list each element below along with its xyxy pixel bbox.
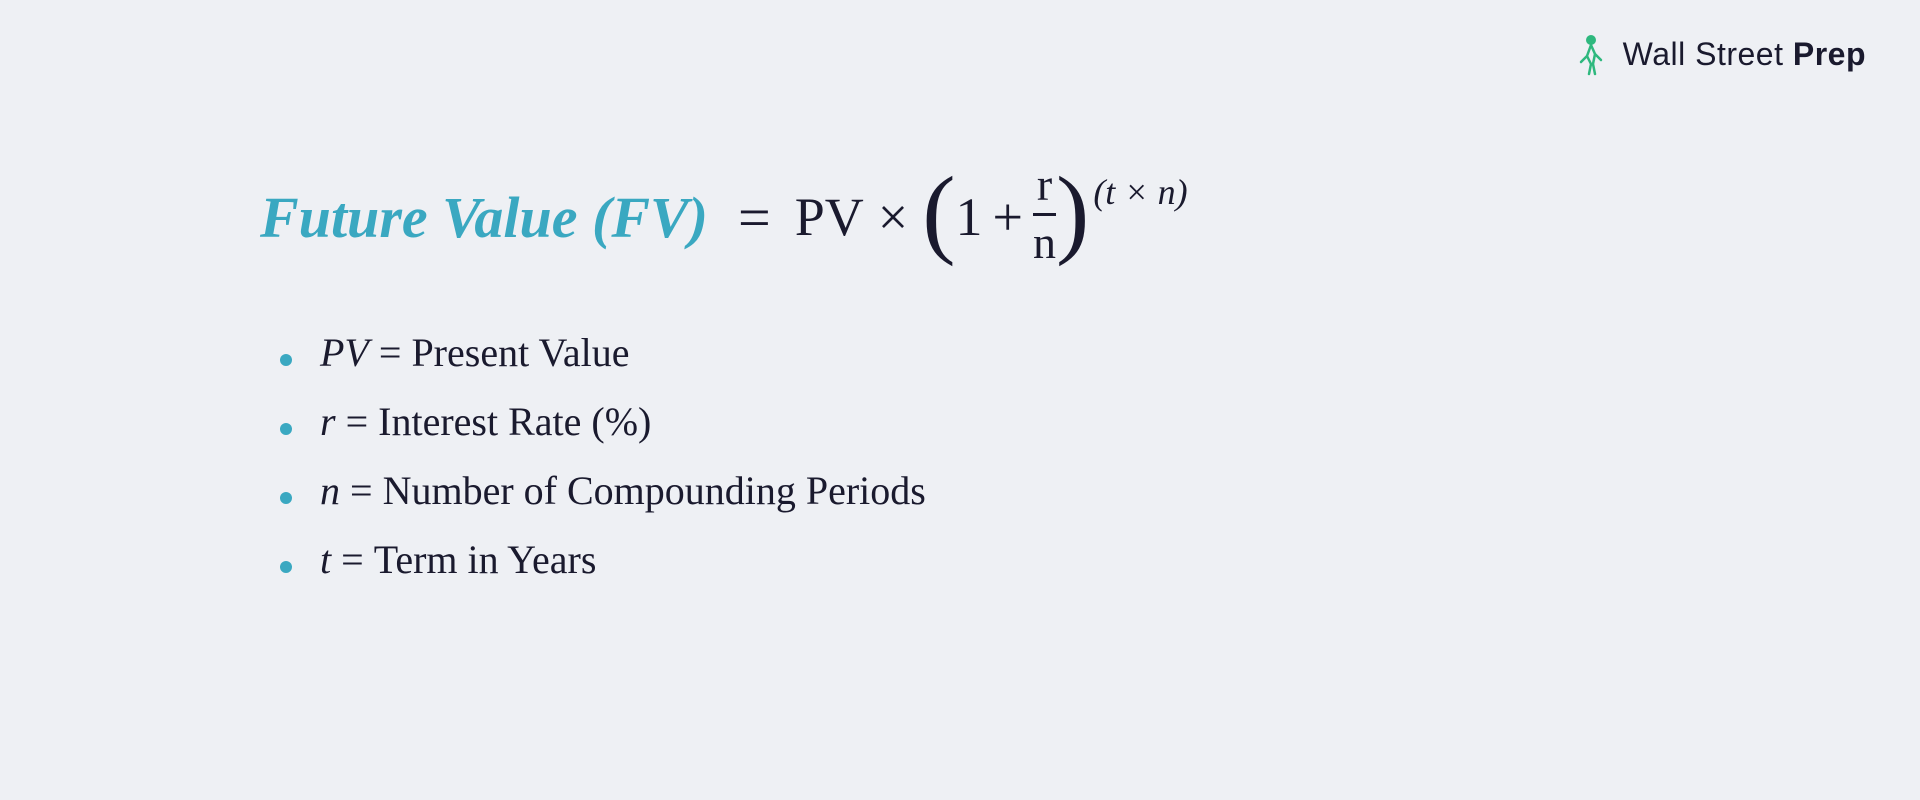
bullet-separator: = — [346, 398, 369, 445]
bullet-dot — [280, 492, 292, 504]
bullet-separator: = — [350, 467, 373, 514]
fraction-numerator: r — [1037, 160, 1052, 211]
bullet-dot — [280, 561, 292, 573]
page-container: Wall Street Prep Future Value (FV) = PV … — [0, 0, 1920, 800]
equals-sign: = — [738, 184, 771, 251]
bullet-item: r = Interest Rate (%) — [280, 398, 1720, 445]
fraction-line — [1033, 213, 1056, 216]
bullet-label: t — [320, 536, 331, 583]
bullet-label: PV — [320, 329, 369, 376]
bullet-label: r — [320, 398, 336, 445]
formula-lhs: Future Value (FV) — [260, 184, 708, 251]
bullet-separator: = — [379, 329, 402, 376]
fraction-denominator: n — [1033, 218, 1056, 269]
fraction-r-over-n: r n — [1033, 160, 1056, 268]
pv-symbol: PV — [795, 186, 864, 248]
bullet-dot — [280, 354, 292, 366]
formula-rhs: PV × ( 1 + r n ) (t × n) — [795, 165, 1188, 268]
bullet-item: PV = Present Value — [280, 329, 1720, 376]
bullet-label: n — [320, 467, 340, 514]
bullet-dot — [280, 423, 292, 435]
bullet-description: Present Value — [411, 329, 629, 376]
formula-row: Future Value (FV) = PV × ( 1 + r n — [200, 165, 1720, 268]
bullet-item: n = Number of Compounding Periods — [280, 467, 1720, 514]
logo-text: Wall Street Prep — [1623, 36, 1866, 73]
main-content: Future Value (FV) = PV × ( 1 + r n — [0, 165, 1920, 604]
plus-symbol: + — [993, 186, 1023, 248]
wsp-logo-icon — [1569, 32, 1613, 76]
bullet-description: Term in Years — [374, 536, 597, 583]
one-plus-fraction: 1 + r n — [956, 165, 1056, 268]
right-paren: ) — [1056, 162, 1089, 262]
bullet-list: PV = Present Value r = Interest Rate (%) n… — [200, 329, 1720, 583]
left-paren: ( — [922, 162, 955, 262]
bullet-description: Number of Compounding Periods — [383, 467, 926, 514]
one-symbol: 1 — [956, 186, 983, 248]
times-symbol: × — [878, 186, 908, 248]
exponent-area: (t × n) — [1093, 171, 1187, 213]
exponent-text: (t × n) — [1093, 171, 1187, 213]
bullet-separator: = — [341, 536, 364, 583]
logo-area: Wall Street Prep — [1569, 32, 1866, 76]
bullet-description: Interest Rate (%) — [378, 398, 651, 445]
bullet-item: t = Term in Years — [280, 536, 1720, 583]
